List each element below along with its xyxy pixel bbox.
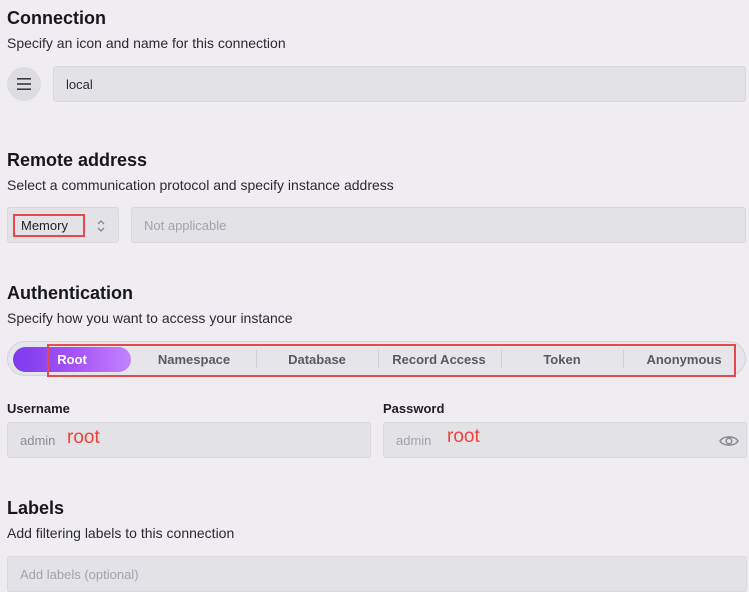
- username-label: Username: [7, 401, 70, 416]
- chevron-updown-icon: [97, 220, 105, 232]
- annotation-box-auth-tabs: [47, 344, 736, 377]
- connection-name-input[interactable]: local: [53, 66, 746, 102]
- address-placeholder: Not applicable: [144, 217, 227, 233]
- connection-icon-picker[interactable]: [7, 67, 41, 101]
- password-input[interactable]: admin: [383, 422, 747, 458]
- username-placeholder: admin: [20, 432, 56, 448]
- connection-name-value: local: [66, 76, 93, 92]
- password-label: Password: [383, 401, 445, 416]
- remote-address-description: Select a communication protocol and spec…: [7, 177, 394, 193]
- eye-icon[interactable]: [719, 434, 739, 448]
- labels-description: Add filtering labels to this connection: [7, 525, 235, 541]
- remote-address-title: Remote address: [7, 150, 148, 170]
- password-placeholder: admin: [396, 432, 432, 448]
- connection-description: Specify an icon and name for this connec…: [7, 35, 286, 51]
- username-input[interactable]: admin: [7, 422, 371, 458]
- authentication-description: Specify how you want to access your inst…: [7, 310, 293, 326]
- labels-placeholder: Add labels (optional): [20, 566, 139, 582]
- authentication-title: Authentication: [7, 283, 133, 303]
- labels-title: Labels: [7, 498, 65, 518]
- address-input[interactable]: Not applicable: [131, 207, 746, 243]
- labels-input[interactable]: Add labels (optional): [7, 556, 747, 592]
- menu-icon: [17, 78, 31, 90]
- username-annotation: root: [67, 427, 100, 448]
- annotation-box-protocol: [13, 214, 85, 237]
- connection-title: Connection: [7, 8, 106, 28]
- password-annotation: root: [447, 426, 480, 447]
